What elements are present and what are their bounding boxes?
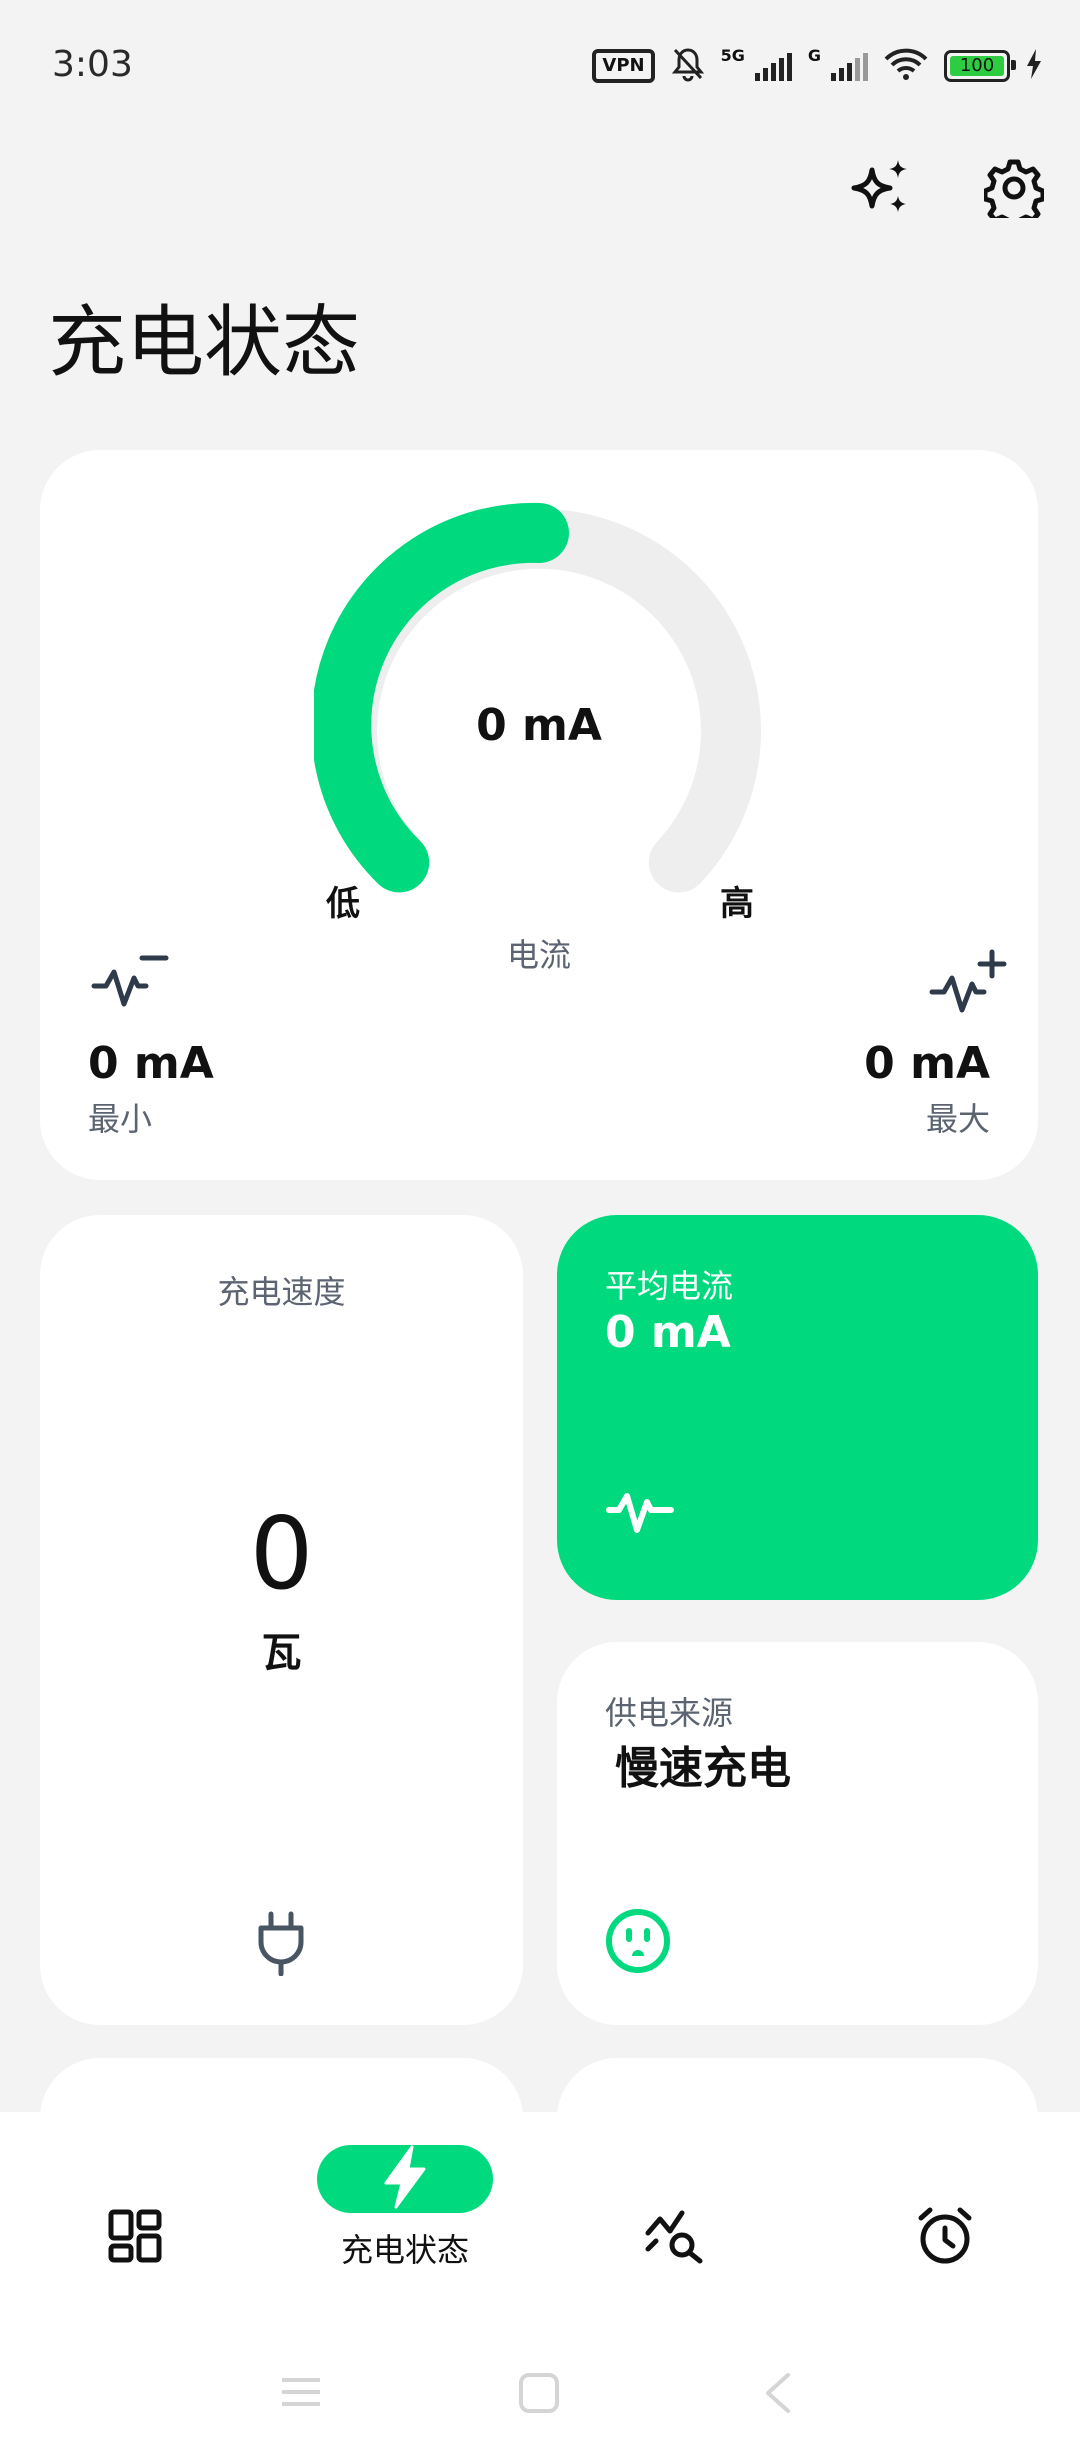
network-type-label-2: G (807, 46, 821, 65)
gauge-current-value: 0 mA (476, 700, 602, 751)
max-current-label: 最大 (925, 1100, 990, 1138)
min-current-value: 0 mA (88, 1038, 214, 1089)
gauge-metric-label: 电流 (506, 936, 571, 974)
charge-speed-title: 充电速度 (217, 1273, 346, 1311)
nav-charging-status-label: 充电状态 (340, 2231, 469, 2269)
pulse-plus-icon (928, 948, 1008, 1022)
gauge-fill (314, 502, 569, 893)
outlet-icon (605, 1908, 671, 1978)
max-current-value: 0 mA (864, 1038, 990, 1089)
gauge-high-label: 高 (720, 884, 754, 924)
status-time: 3:03 (52, 44, 133, 85)
average-current-value: 0 mA (605, 1307, 731, 1358)
bottom-navigation: 充电状态 (0, 2112, 1080, 2460)
current-gauge-card: 0 mA 低 高 电流 0 mA 最小 0 mA 最大 (40, 450, 1038, 1180)
charging-bolt-icon (1026, 49, 1042, 83)
wifi-icon (884, 47, 928, 85)
network-type-label: 5G (720, 46, 745, 65)
power-source-value: 慢速充电 (615, 1743, 791, 1794)
charge-speed-unit: 瓦 (261, 1630, 302, 1676)
charge-speed-card: 充电速度 0 瓦 (40, 1215, 523, 2025)
nav-dashboard[interactable] (45, 2192, 225, 2302)
nav-charging-status[interactable]: 充电状态 (315, 2145, 495, 2269)
chart-search-icon (644, 2192, 706, 2280)
dashboard-grid-icon (107, 2192, 163, 2280)
mute-bell-icon (671, 46, 705, 86)
back-icon[interactable] (762, 2372, 792, 2418)
min-current-label: 最小 (88, 1100, 153, 1138)
nav-history[interactable] (585, 2192, 765, 2302)
signal-icon-2 (831, 51, 868, 81)
nav-active-pill (317, 2145, 493, 2213)
alarm-clock-icon (915, 2192, 975, 2280)
power-source-card: 供电来源 慢速充电 (557, 1642, 1038, 2025)
bolt-icon (382, 2145, 428, 2213)
menu-icon[interactable] (280, 2374, 322, 2414)
page-title: 充电状态 (48, 298, 361, 388)
battery-icon: 100 (944, 50, 1016, 82)
average-current-title: 平均电流 (605, 1267, 734, 1305)
gauge-low-label: 低 (326, 884, 360, 924)
vpn-icon: VPN (592, 49, 655, 83)
settings-gear-icon[interactable] (978, 152, 1050, 224)
average-current-card[interactable]: 平均电流 0 mA (557, 1215, 1038, 1600)
power-source-title: 供电来源 (605, 1694, 734, 1732)
nav-alarm[interactable] (855, 2192, 1035, 2302)
signal-icon (754, 51, 792, 81)
home-icon[interactable] (518, 2372, 560, 2418)
plug-icon (251, 1910, 311, 1980)
status-bar: 3:03 VPN 5G G 100 (0, 0, 1080, 130)
pulse-minus-icon (90, 950, 170, 1016)
status-icons: VPN 5G G 100 (592, 46, 1042, 86)
charge-speed-value: 0 (249, 1495, 314, 1612)
pulse-icon (605, 1480, 675, 1540)
sparkles-icon[interactable] (846, 152, 918, 224)
